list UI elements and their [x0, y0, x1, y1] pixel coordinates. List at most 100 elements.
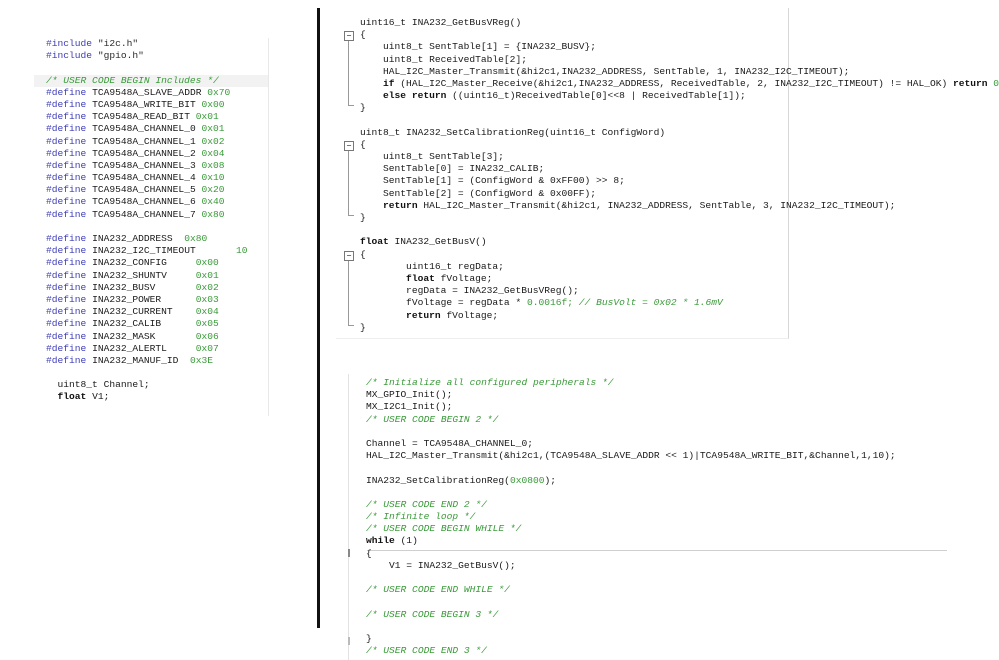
- code-line[interactable]: #define INA232_POWER 0x03: [34, 294, 268, 306]
- code-line[interactable]: #define INA232_MANUF_ID 0x3E: [34, 355, 268, 367]
- code-line[interactable]: #define TCA9548A_READ_BIT 0x01: [34, 111, 268, 123]
- code-line[interactable]: SentTable[2] = (ConfigWord & 0x00FF);: [360, 188, 999, 200]
- code-line[interactable]: #define INA232_SHUNTV 0x01: [34, 270, 268, 282]
- code-line[interactable]: uint8_t SentTable[3];: [360, 151, 999, 163]
- code-line[interactable]: fVoltage = regData * 0.0016f; // BusVolt…: [360, 297, 999, 309]
- code-line[interactable]: /* USER CODE BEGIN Includes */: [34, 74, 268, 87]
- macro-name: TCA9548A_SLAVE_ADDR: [92, 86, 202, 98]
- code-line[interactable]: #define TCA9548A_CHANNEL_3 0x08: [34, 160, 268, 172]
- code-line[interactable]: float INA232_GetBusV(): [360, 236, 999, 248]
- code-line[interactable]: [34, 221, 268, 233]
- code-line[interactable]: float fVoltage;: [360, 273, 999, 285]
- code-line[interactable]: }: [366, 633, 896, 645]
- code-line[interactable]: #define INA232_CALIB 0x05: [34, 318, 268, 330]
- code-line[interactable]: uint8_t ReceivedTable[2];: [360, 54, 999, 66]
- macro-value: 0x80: [184, 233, 208, 244]
- code-line[interactable]: if (HAL_I2C_Master_Receive(&hi2c1,INA232…: [360, 78, 999, 90]
- code-line[interactable]: HAL_I2C_Master_Transmit(&hi2c1,(TCA9548A…: [366, 450, 896, 462]
- code-keyword: return: [360, 309, 441, 321]
- code-line[interactable]: V1 = INA232_GetBusV();: [366, 560, 896, 572]
- preprocessor-keyword: #define: [46, 196, 87, 208]
- preprocessor-keyword: #define: [46, 330, 87, 342]
- code-line[interactable]: {: [366, 548, 896, 560]
- fold-gutter: − − −: [336, 8, 358, 338]
- code-line[interactable]: uint8_t SentTable[1] = {INA232_BUSV};: [360, 41, 999, 53]
- code-line[interactable]: while (1): [366, 535, 896, 547]
- code-line[interactable]: INA232_SetCalibrationReg(0x0800);: [366, 475, 896, 487]
- code-line[interactable]: /* USER CODE END WHILE */: [366, 584, 896, 596]
- code-line[interactable]: float V1;: [34, 391, 268, 403]
- code-line[interactable]: #define INA232_CONFIG 0x00: [34, 257, 268, 269]
- code-line[interactable]: {: [360, 249, 999, 261]
- code-line[interactable]: return HAL_I2C_Master_Transmit(&hi2c1, I…: [360, 200, 999, 212]
- code-line[interactable]: #define TCA9548A_CHANNEL_0 0x01: [34, 123, 268, 135]
- code-line[interactable]: #define TCA9548A_CHANNEL_1 0x02: [34, 136, 268, 148]
- code-line[interactable]: #define INA232_I2C_TIMEOUT 10: [34, 245, 268, 257]
- code-line[interactable]: regData = INA232_GetBusVReg();: [360, 285, 999, 297]
- code-line[interactable]: MX_I2C1_Init();: [366, 401, 896, 413]
- code-line[interactable]: #define TCA9548A_CHANNEL_6 0x40: [34, 196, 268, 208]
- code-line[interactable]: #define TCA9548A_CHANNEL_2 0x04: [34, 148, 268, 160]
- splitter-divider[interactable]: [317, 8, 320, 628]
- code-line[interactable]: [366, 487, 896, 499]
- code-line[interactable]: /* USER CODE BEGIN 3 */: [366, 609, 896, 621]
- code-line[interactable]: uint16_t regData;: [360, 261, 999, 273]
- fold-toggle-icon[interactable]: −: [344, 31, 354, 41]
- code-line[interactable]: HAL_I2C_Master_Transmit(&hi2c1,INA232_AD…: [360, 66, 999, 78]
- code-line[interactable]: #define TCA9548A_CHANNEL_5 0x20: [34, 184, 268, 196]
- code-area-main[interactable]: /* Initialize all configured peripherals…: [366, 377, 896, 657]
- code-line[interactable]: /* USER CODE BEGIN WHILE */: [366, 523, 896, 535]
- code-line[interactable]: [366, 596, 896, 608]
- editor-pane-main[interactable]: /* Initialize all configured peripherals…: [348, 374, 947, 660]
- macro-value: 0x10: [201, 172, 225, 184]
- code-line[interactable]: [34, 62, 268, 74]
- code-line[interactable]: {: [360, 29, 999, 41]
- code-line[interactable]: [34, 367, 268, 379]
- code-line[interactable]: }: [360, 322, 999, 334]
- code-area-functions[interactable]: uint16_t INA232_GetBusVReg(){ uint8_t Se…: [360, 17, 999, 334]
- code-line[interactable]: #include "i2c.h": [34, 38, 268, 50]
- code-line[interactable]: #define INA232_ADDRESS 0x80: [34, 233, 268, 245]
- code-line[interactable]: {: [360, 139, 999, 151]
- code-line[interactable]: #define INA232_CURRENT 0x04: [34, 306, 268, 318]
- preprocessor-keyword: #define: [46, 318, 87, 330]
- code-line[interactable]: }: [360, 102, 999, 114]
- code-line[interactable]: #define TCA9548A_CHANNEL_4 0x10: [34, 172, 268, 184]
- code-line[interactable]: #define TCA9548A_SLAVE_ADDR 0x70: [34, 87, 268, 99]
- code-line[interactable]: /* USER CODE END 2 */: [366, 499, 896, 511]
- code-line[interactable]: #define TCA9548A_WRITE_BIT 0x00: [34, 99, 268, 111]
- editor-pane-functions[interactable]: − − − uint16_t INA232_GetBusVReg(){ uint…: [336, 8, 999, 339]
- fold-toggle-icon[interactable]: −: [344, 251, 354, 261]
- code-line[interactable]: /* Infinite loop */: [366, 511, 896, 523]
- code-text: uint8_t Channel;: [46, 379, 150, 391]
- code-line[interactable]: #define TCA9548A_CHANNEL_7 0x80: [34, 209, 268, 221]
- code-line[interactable]: else return ((uint16_t)ReceivedTable[0]<…: [360, 90, 999, 102]
- fold-toggle-icon[interactable]: −: [344, 141, 354, 151]
- code-line[interactable]: return fVoltage;: [360, 310, 999, 322]
- code-line[interactable]: }: [360, 212, 999, 224]
- code-line[interactable]: MX_GPIO_Init();: [366, 389, 896, 401]
- code-line[interactable]: #define INA232_ALERTL 0x07: [34, 343, 268, 355]
- code-line[interactable]: SentTable[1] = (ConfigWord & 0xFF00) >> …: [360, 175, 999, 187]
- code-line[interactable]: [360, 115, 999, 127]
- code-line[interactable]: /* USER CODE BEGIN 2 */: [366, 414, 896, 426]
- code-line[interactable]: [360, 224, 999, 236]
- macro-name: TCA9548A_WRITE_BIT: [92, 98, 196, 110]
- code-text: MX_I2C1_Init();: [366, 401, 453, 413]
- code-line[interactable]: uint8_t INA232_SetCalibrationReg(uint16_…: [360, 127, 999, 139]
- code-line[interactable]: /* Initialize all configured peripherals…: [366, 377, 896, 389]
- code-line[interactable]: uint16_t INA232_GetBusVReg(): [360, 17, 999, 29]
- code-line[interactable]: uint8_t Channel;: [34, 379, 268, 391]
- code-line[interactable]: /* USER CODE END 3 */: [366, 645, 896, 657]
- code-line[interactable]: #define INA232_BUSV 0x02: [34, 282, 268, 294]
- code-line[interactable]: Channel = TCA9548A_CHANNEL_0;: [366, 438, 896, 450]
- code-line[interactable]: SentTable[0] = INA232_CALIB;: [360, 163, 999, 175]
- code-line[interactable]: [366, 426, 896, 438]
- code-line[interactable]: [366, 621, 896, 633]
- code-line[interactable]: [366, 462, 896, 474]
- code-line[interactable]: #define INA232_MASK 0x06: [34, 331, 268, 343]
- code-area-defines[interactable]: #include "i2c.h" #include "gpio.h" /* USE…: [34, 38, 268, 404]
- code-line[interactable]: #include "gpio.h": [34, 50, 268, 62]
- editor-pane-defines[interactable]: #include "i2c.h" #include "gpio.h" /* USE…: [34, 38, 269, 416]
- code-line[interactable]: [366, 572, 896, 584]
